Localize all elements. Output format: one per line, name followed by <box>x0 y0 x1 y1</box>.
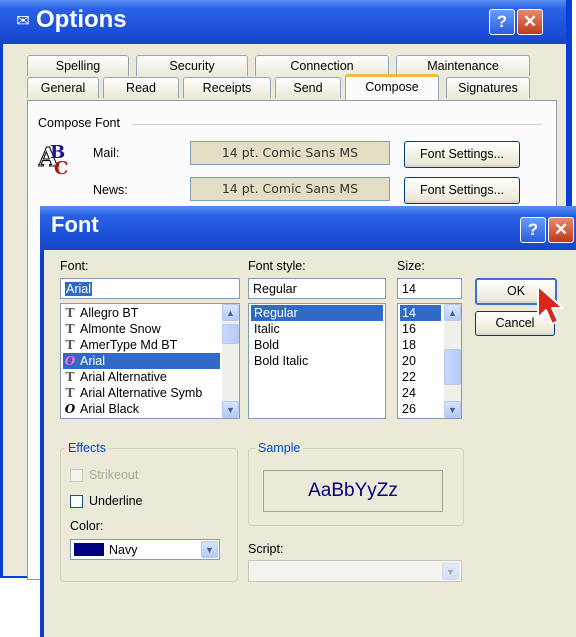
scroll-thumb[interactable] <box>444 349 461 385</box>
scroll-down-arrow-icon[interactable]: ▼ <box>444 401 461 418</box>
font-size-item[interactable]: 26 <box>400 401 441 417</box>
font-list-item[interactable]: T Allegro BT <box>63 305 220 321</box>
font-list-item[interactable]: T Almonte Snow <box>63 321 220 337</box>
tab-general[interactable]: General <box>27 77 99 98</box>
chevron-down-icon[interactable]: ▼ <box>201 541 218 558</box>
tab-read[interactable]: Read <box>103 77 179 98</box>
truetype-icon: T <box>65 306 75 320</box>
font-size-item-selected[interactable]: 14 <box>400 305 441 321</box>
news-font-settings-button[interactable]: Font Settings... <box>404 177 520 204</box>
font-help-button[interactable]: ? <box>520 217 546 243</box>
news-font-display: 14 pt. Comic Sans MS <box>190 177 390 201</box>
sample-label: Sample <box>255 441 304 455</box>
tab-spelling[interactable]: Spelling <box>27 55 129 76</box>
scroll-thumb[interactable] <box>222 324 239 344</box>
news-label: News: <box>93 183 128 197</box>
tab-receipts[interactable]: Receipts <box>183 77 271 98</box>
font-dialog-title: Font <box>51 212 99 237</box>
options-title: Options <box>36 6 127 33</box>
strikeout-label: Strikeout <box>89 468 139 482</box>
font-size-item[interactable]: 24 <box>400 385 441 401</box>
size-list-scrollbar[interactable]: ▲ ▼ <box>444 304 461 418</box>
font-size-label: Size: <box>397 259 425 273</box>
font-name-input[interactable]: Arial <box>60 278 240 299</box>
tab-maintenance[interactable]: Maintenance <box>396 55 530 76</box>
font-list-item[interactable]: T Arial Alternative Symb <box>63 385 220 401</box>
tab-security[interactable]: Security <box>136 55 248 76</box>
opentype-icon: O <box>64 402 76 416</box>
font-size-item[interactable]: 18 <box>400 337 441 353</box>
tab-compose[interactable]: Compose <box>345 74 439 100</box>
color-select[interactable]: Navy ▼ <box>70 539 220 560</box>
options-app-icon: ✉ <box>16 13 30 30</box>
font-size-item[interactable]: 16 <box>400 321 441 337</box>
mail-font-display: 14 pt. Comic Sans MS <box>190 141 390 165</box>
options-close-button[interactable]: ✕ <box>517 9 543 35</box>
chevron-down-icon[interactable]: ▼ <box>442 563 459 580</box>
font-settings-icon: A B C <box>38 142 68 178</box>
truetype-icon: T <box>65 338 75 352</box>
tab-connection[interactable]: Connection <box>255 55 389 76</box>
underline-checkbox[interactable] <box>70 495 83 508</box>
tab-send[interactable]: Send <box>275 77 341 98</box>
truetype-icon: T <box>65 322 75 336</box>
script-label: Script: <box>248 542 284 556</box>
effects-group <box>60 448 238 582</box>
compose-font-label: Compose Font <box>38 116 120 130</box>
font-list-item-selected[interactable]: O Arial <box>63 353 220 369</box>
effects-label: Effects <box>65 441 109 455</box>
font-style-item-selected[interactable]: Regular <box>251 305 383 321</box>
font-list-item[interactable]: T Arial Alternative <box>63 369 220 385</box>
scroll-up-arrow-icon[interactable]: ▲ <box>222 304 239 321</box>
font-list-scrollbar[interactable]: ▲ ▼ <box>222 304 239 418</box>
font-size-item[interactable]: 20 <box>400 353 441 369</box>
font-dialog-titlebar[interactable] <box>40 206 576 250</box>
compose-font-divider <box>132 124 542 125</box>
font-style-item[interactable]: Bold Italic <box>251 353 383 369</box>
font-list-item[interactable]: T AmerType Md BT <box>63 337 220 353</box>
color-value: Navy <box>109 543 138 557</box>
font-style-item[interactable]: Italic <box>251 321 383 337</box>
mouse-pointer-icon <box>537 285 564 325</box>
font-style-list[interactable]: Regular Italic Bold Bold Italic <box>248 303 386 419</box>
font-style-label: Font style: <box>248 259 306 273</box>
underline-label: Underline <box>89 494 143 508</box>
script-select[interactable]: ▼ <box>248 560 462 582</box>
font-close-button[interactable]: ✕ <box>548 217 574 243</box>
color-swatch <box>74 543 104 556</box>
truetype-icon: T <box>65 370 75 384</box>
font-size-list[interactable]: 14 16 18 20 22 24 26 ▲ ▼ <box>397 303 462 419</box>
opentype-icon: O <box>64 354 76 368</box>
font-size-input[interactable]: 14 <box>397 278 462 299</box>
scroll-down-arrow-icon[interactable]: ▼ <box>222 401 239 418</box>
color-label: Color: <box>70 519 104 533</box>
svg-text:C: C <box>54 158 68 178</box>
truetype-icon: T <box>65 386 75 400</box>
scroll-up-arrow-icon[interactable]: ▲ <box>444 304 461 321</box>
mail-font-settings-button[interactable]: Font Settings... <box>404 141 520 168</box>
mail-label: Mail: <box>93 146 120 160</box>
options-help-button[interactable]: ? <box>489 9 515 35</box>
font-style-input[interactable]: Regular <box>248 278 386 299</box>
font-name-list[interactable]: T Allegro BT T Almonte Snow T AmerType Md B… <box>60 303 240 419</box>
font-list-item[interactable]: O Arial Black <box>63 401 220 417</box>
strikeout-checkbox[interactable] <box>70 469 83 482</box>
sample-preview: AaBbYyZz <box>263 470 443 512</box>
font-name-label: Font: <box>60 259 89 273</box>
font-size-item[interactable]: 22 <box>400 369 441 385</box>
font-style-item[interactable]: Bold <box>251 337 383 353</box>
tab-signatures[interactable]: Signatures <box>446 77 530 98</box>
